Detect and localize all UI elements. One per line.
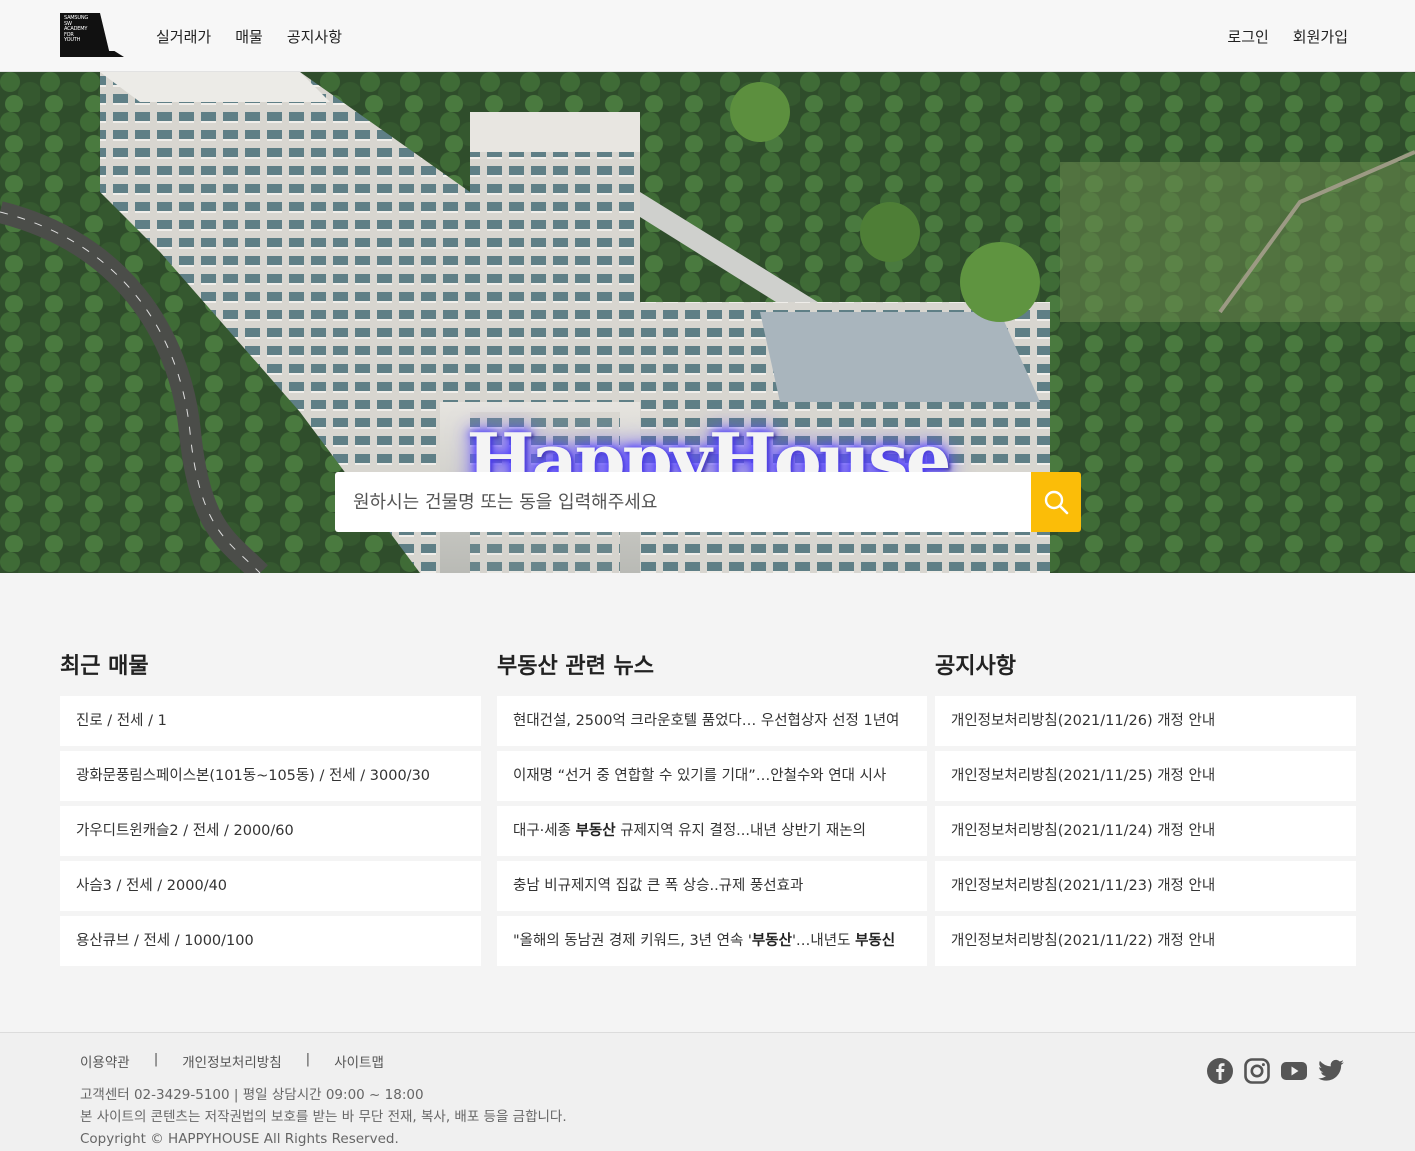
login-link[interactable]: 로그인 <box>1227 26 1268 47</box>
footer-info: 고객센터 02-3429-5100 | 평일 상담시간 09:00 ~ 18:0… <box>80 1084 567 1150</box>
news-item[interactable]: 현대건설, 2500억 크라운호텔 품었다… 우선협상자 선정 1년여 <box>497 696 927 746</box>
signup-link[interactable]: 회원가입 <box>1293 26 1348 47</box>
copyright-notice: 본 사이트의 콘텐츠는 저작권법의 보호를 받는 바 무단 전재, 복사, 배포… <box>80 1109 567 1125</box>
news-item[interactable]: 대구·세종 부동산 규제지역 유지 결정...내년 상반기 재논의 <box>497 806 927 856</box>
search-input[interactable] <box>335 472 1031 532</box>
news-item[interactable]: 이재명 “선거 중 연합할 수 있기를 기대”…안철수와 연대 시사 <box>497 751 927 801</box>
notice-item[interactable]: 개인정보처리방침(2021/11/22) 개정 안내 <box>935 916 1356 966</box>
auth-links: 로그인 회원가입 <box>1227 26 1348 47</box>
listing-item[interactable]: 사슴3 / 전세 / 2000/40 <box>60 861 481 911</box>
nav-item-real-price[interactable]: 실거래가 <box>156 26 211 47</box>
privacy-policy-link[interactable]: 개인정보처리방침 <box>182 1051 281 1071</box>
search-icon <box>1044 490 1069 515</box>
site-footer: 이용약관 | 개인정보처리방침 | 사이트맵 고객센터 02-3429-5100… <box>0 1032 1415 1151</box>
notice-item[interactable]: 개인정보처리방침(2021/11/26) 개정 안내 <box>935 696 1356 746</box>
search-bar <box>335 472 1081 532</box>
notice-item[interactable]: 개인정보처리방침(2021/11/23) 개정 안내 <box>935 861 1356 911</box>
notices-section: 공지사항 개인정보처리방침(2021/11/26) 개정 안내 개인정보처리방침… <box>935 652 1356 966</box>
news-item[interactable]: 충남 비규제지역 집값 큰 폭 상승..규제 풍선효과 <box>497 861 927 911</box>
real-estate-news-section: 부동산 관련 뉴스 현대건설, 2500억 크라운호텔 품었다… 우선협상자 선… <box>497 652 927 966</box>
listing-item[interactable]: 가우디트윈캐슬2 / 전세 / 2000/60 <box>60 806 481 856</box>
nav-item-listings[interactable]: 매물 <box>235 26 263 47</box>
listing-item[interactable]: 용산큐브 / 전세 / 1000/100 <box>60 916 481 966</box>
youtube-icon[interactable] <box>1280 1057 1308 1085</box>
notice-item[interactable]: 개인정보처리방침(2021/11/25) 개정 안내 <box>935 751 1356 801</box>
nav-item-notices[interactable]: 공지사항 <box>287 26 342 47</box>
search-button[interactable] <box>1031 472 1081 532</box>
site-header: SAMSUNG SW ACADEMY FOR YOUTH 실거래가 매물 공지사… <box>0 0 1415 72</box>
copyright-line: Copyright © HAPPYHOUSE All Rights Reserv… <box>80 1131 399 1147</box>
samsung-sw-academy-logo[interactable]: SAMSUNG SW ACADEMY FOR YOUTH <box>60 13 124 59</box>
footer-separator: | <box>153 1051 159 1067</box>
footer-links: 이용약관 | 개인정보처리방침 | 사이트맵 <box>80 1051 384 1071</box>
social-links <box>1206 1057 1345 1085</box>
listing-item[interactable]: 광화문풍림스페이스본(101동~105동) / 전세 / 3000/30 <box>60 751 481 801</box>
twitter-icon[interactable] <box>1317 1057 1345 1085</box>
sitemap-link[interactable]: 사이트맵 <box>334 1051 384 1071</box>
notice-item[interactable]: 개인정보처리방침(2021/11/24) 개정 안내 <box>935 806 1356 856</box>
instagram-icon[interactable] <box>1243 1057 1271 1085</box>
news-item[interactable]: "올해의 동남권 경제 키워드, 3년 연속 '부동산'…내년도 부동신 <box>497 916 927 966</box>
recent-listings-section: 최근 매물 진로 / 전세 / 1 광화문풍림스페이스본(101동~105동) … <box>60 652 481 966</box>
section-title: 최근 매물 <box>60 654 149 679</box>
facebook-icon[interactable] <box>1206 1057 1234 1085</box>
section-title: 부동산 관련 뉴스 <box>497 654 654 679</box>
terms-link[interactable]: 이용약관 <box>80 1051 130 1071</box>
main-nav: 실거래가 매물 공지사항 <box>156 26 342 47</box>
customer-center-info: 고객센터 02-3429-5100 | 평일 상담시간 09:00 ~ 18:0… <box>80 1087 424 1103</box>
footer-separator: | <box>305 1051 311 1067</box>
section-title: 공지사항 <box>935 654 1016 679</box>
hero-banner: HappyHouse <box>0 72 1415 573</box>
listing-item[interactable]: 진로 / 전세 / 1 <box>60 696 481 746</box>
